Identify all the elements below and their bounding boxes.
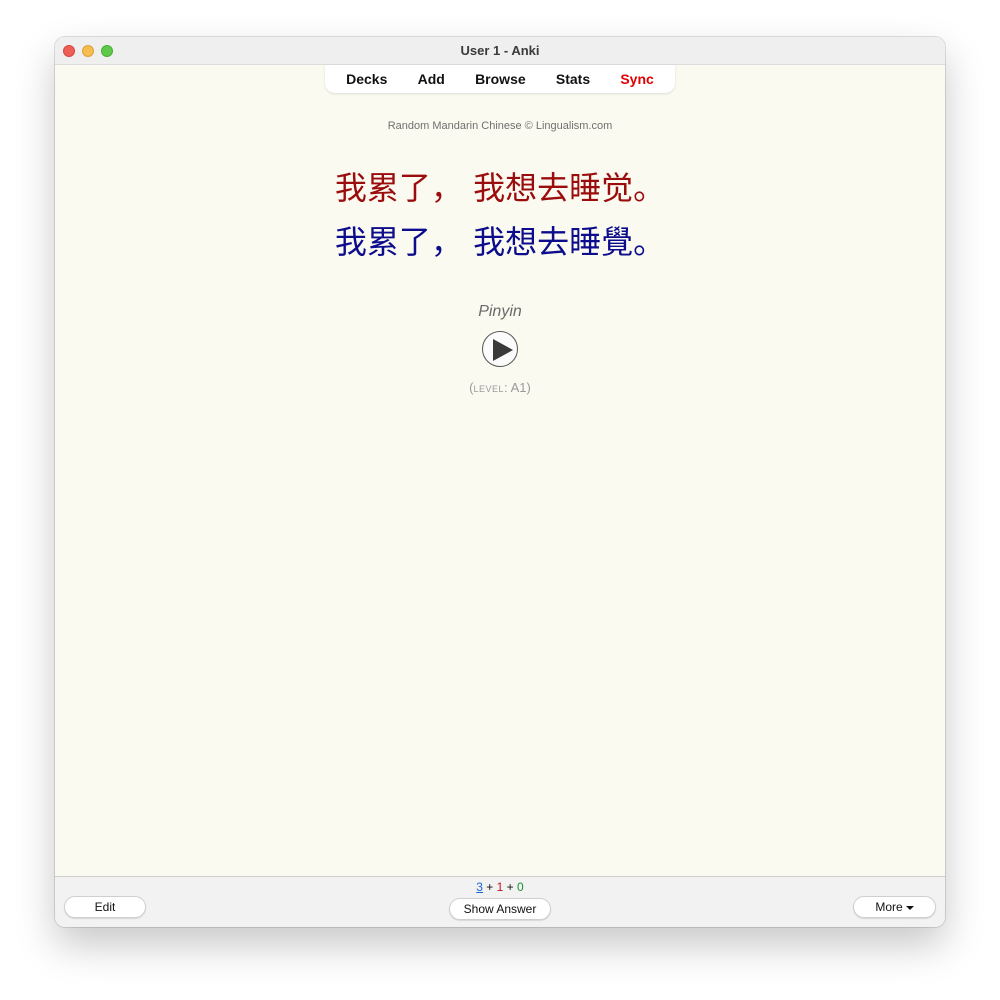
simplified-sentence: 我累了， 我想去睡觉。 — [334, 169, 666, 207]
level-value: A1 — [510, 380, 527, 395]
more-button-label: More — [875, 900, 903, 914]
play-audio-button[interactable] — [482, 331, 518, 367]
card-content: Random Mandarin Chinese © Lingualism.com… — [55, 93, 945, 876]
play-icon — [493, 339, 513, 361]
review-count: 0 — [517, 880, 524, 894]
stats-link[interactable]: Stats — [556, 71, 590, 87]
pinyin-label: Pinyin — [478, 303, 522, 320]
show-answer-button[interactable]: Show Answer — [449, 898, 551, 920]
level-indicator: (level: A1) — [55, 380, 945, 395]
count-separator: + — [482, 880, 497, 894]
due-counts: 3 + 1 + 0 — [55, 880, 945, 894]
main-toolbar: Decks Add Browse Stats Sync — [325, 65, 675, 93]
sync-link[interactable]: Sync — [620, 71, 653, 87]
more-button[interactable]: More — [853, 896, 936, 918]
anki-window: User 1 - Anki Decks Add Browse Stats Syn… — [55, 37, 945, 927]
chevron-down-icon — [905, 905, 914, 910]
add-link[interactable]: Add — [418, 71, 445, 87]
bottom-bar: Edit 3 + 1 + 0 Show Answer More — [55, 876, 945, 927]
decks-link[interactable]: Decks — [346, 71, 387, 87]
window-title: User 1 - Anki — [460, 43, 540, 58]
card-source: Random Mandarin Chinese © Lingualism.com — [387, 120, 613, 132]
traditional-sentence: 我累了， 我想去睡覺。 — [334, 223, 666, 261]
browse-link[interactable]: Browse — [475, 71, 526, 87]
level-label: level — [473, 384, 505, 394]
new-count: 3 — [476, 880, 483, 894]
level-close-paren: ) — [526, 380, 531, 395]
title-bar[interactable]: User 1 - Anki — [55, 37, 945, 65]
count-separator: + — [503, 880, 518, 894]
edit-button[interactable]: Edit — [64, 896, 146, 918]
